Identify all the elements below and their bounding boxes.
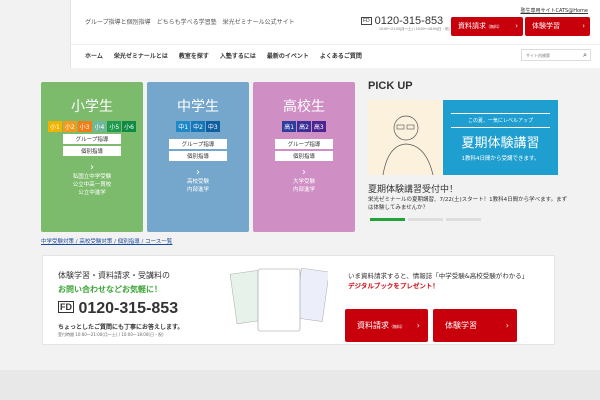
pickup-description: 栄光ゼミナールの夏期講習、7/22(土)スタート！1教科4日間から学べます。まず… xyxy=(368,197,568,211)
request-button[interactable]: 資料請求（無料） › xyxy=(345,309,428,342)
cats-home-link[interactable]: 塾生専用サイトCATS@Home xyxy=(520,7,588,14)
trial-button[interactable]: 体験学習 › xyxy=(525,17,590,36)
nav-enroll[interactable]: 入塾するには xyxy=(220,51,256,60)
nav-find-school[interactable]: 教室を探す xyxy=(179,51,209,60)
chevron-right-icon: › xyxy=(505,321,509,330)
chevron-right-icon: › xyxy=(515,22,518,30)
card-junior-high[interactable]: 中学生 中1 中2 中3 グループ指導 個別指導 › 高校受験 内部進学 xyxy=(147,82,249,232)
nav-about[interactable]: 栄光ゼミナールとは xyxy=(114,51,168,60)
slide-dot[interactable] xyxy=(408,218,443,221)
grade-tags: 高1 高2 高3 xyxy=(253,121,355,132)
individual-lesson-link[interactable]: 個別指導 xyxy=(169,151,227,161)
header-phone: FD 0120-315-853 10:00～21:00(月～土) / 10:00～1… xyxy=(361,15,450,31)
individual-lesson-link[interactable]: 個別指導 xyxy=(275,151,333,161)
group-lesson-link[interactable]: グループ指導 xyxy=(169,139,227,149)
course-links[interactable]: 中学受験対策 / 高校受験対策 / 個別指導 / コース一覧 xyxy=(41,237,172,245)
search-icon[interactable]: ⌕ xyxy=(583,51,587,60)
chevron-right-icon: › xyxy=(302,167,306,178)
tagline: グループ指導と個別指導 どちらも学べる学習塾 栄光ゼミナール公式サイト xyxy=(85,19,295,26)
chevron-right-icon: › xyxy=(90,162,94,173)
individual-lesson-link[interactable]: 個別指導 xyxy=(63,146,121,156)
chevron-right-icon: › xyxy=(582,22,585,30)
slide-dot[interactable] xyxy=(370,218,405,221)
free-dial-icon: FD xyxy=(361,17,372,25)
pickup-banner[interactable]: この夏、一気にレベルアップ 夏期体験講習 1教科4日間から受講できます。 xyxy=(368,100,558,176)
group-lesson-link[interactable]: グループ指導 xyxy=(275,139,333,149)
chevron-right-icon: › xyxy=(196,167,200,178)
search-input[interactable]: サイト内検索 ⌕ xyxy=(521,49,591,61)
digital-book-image xyxy=(229,267,328,332)
card-elementary[interactable]: 小学生 小1 小2 小3 小4 小5 小6 グループ指導 個別指導 › 私国立中学受験公… xyxy=(41,82,143,232)
nav-events[interactable]: 最新のイベント xyxy=(267,51,309,60)
contact-box: 体験学習・資料請求・受講料の お問い合わせなどお気軽に！ FD 0120-315… xyxy=(42,255,555,345)
site-header: グループ指導と個別指導 どちらも学べる学習塾 栄光ゼミナール公式サイト FD 01… xyxy=(70,0,600,68)
nav-home[interactable]: ホーム xyxy=(85,51,103,60)
request-button[interactable]: 資料請求（無料） › xyxy=(451,17,523,36)
pickup-heading: PICK UP xyxy=(368,80,413,92)
trial-button[interactable]: 体験学習 › xyxy=(433,309,517,342)
footer xyxy=(0,370,600,400)
card-high-school[interactable]: 高校生 高1 高2 高3 グループ指導 個別指導 › 大学受験 内部進学 xyxy=(253,82,355,232)
grade-tags: 小1 小2 小3 小4 小5 小6 xyxy=(41,121,143,132)
contact-phone[interactable]: FD 0120-315-853 xyxy=(58,300,178,318)
pickup-title[interactable]: 夏期体験講習受付中！ xyxy=(368,182,458,195)
free-dial-icon: FD xyxy=(58,301,74,313)
slide-dot[interactable] xyxy=(446,218,481,221)
grade-tags: 中1 中2 中3 xyxy=(147,121,249,132)
main-nav: ホーム 栄光ゼミナールとは 教室を探す 入塾するには 最新のイベント よくあるご… xyxy=(71,44,600,66)
student-illustration xyxy=(382,115,434,176)
group-lesson-link[interactable]: グループ指導 xyxy=(63,134,121,144)
slider-indicator xyxy=(370,218,481,221)
nav-faq[interactable]: よくあるご質問 xyxy=(320,51,362,60)
chevron-right-icon: › xyxy=(416,321,420,330)
